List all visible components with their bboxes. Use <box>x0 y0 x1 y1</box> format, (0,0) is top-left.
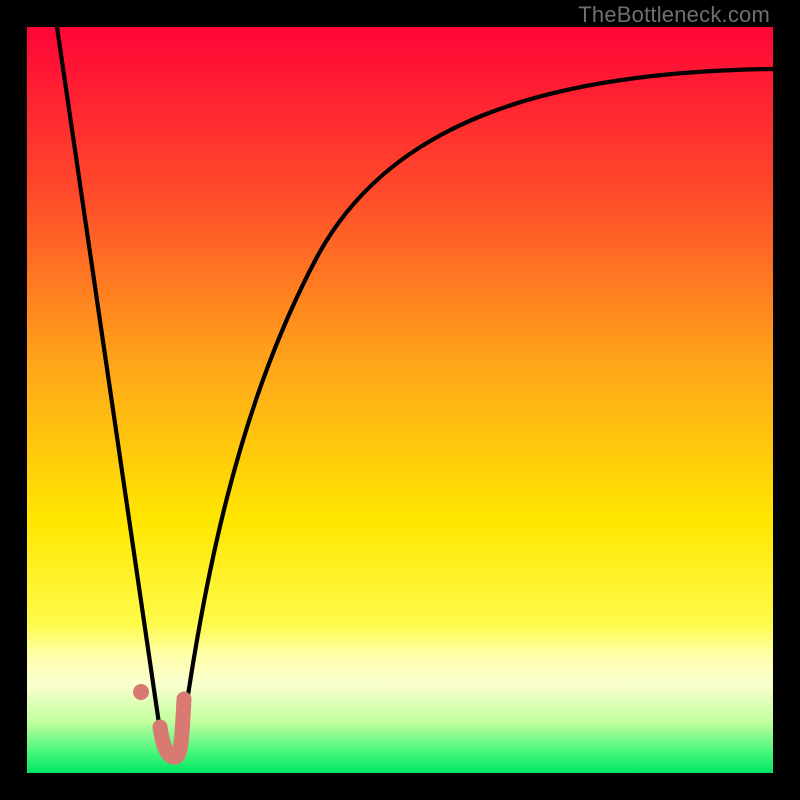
curve-layer <box>27 27 773 773</box>
watermark-text: TheBottleneck.com <box>578 2 770 28</box>
highlight-dot <box>133 684 149 700</box>
highlight-hook <box>160 699 184 757</box>
curve-right-branch <box>180 69 773 751</box>
plot-area <box>27 27 773 773</box>
curve-left-branch <box>57 27 163 751</box>
